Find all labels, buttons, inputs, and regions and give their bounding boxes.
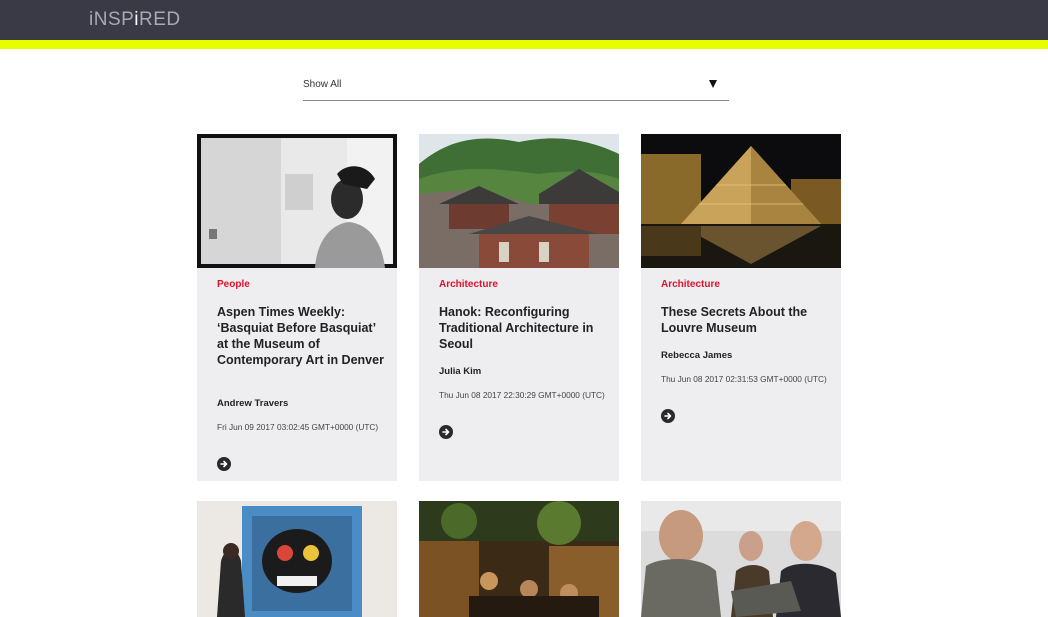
filter-selected-value: Show All xyxy=(303,79,342,90)
article-author: Andrew Travers xyxy=(217,398,289,409)
article-thumbnail[interactable] xyxy=(641,134,841,268)
arrow-right-circle-icon[interactable] xyxy=(661,409,675,423)
article-category[interactable]: People xyxy=(217,279,250,290)
article-card[interactable]: Architecture Hanok: Reconfiguring Tradit… xyxy=(419,134,619,481)
dropdown-caret-icon xyxy=(709,80,717,88)
top-navigation-bar: iNSPiRED xyxy=(0,0,1048,40)
category-filter-dropdown[interactable]: Show All xyxy=(303,70,729,101)
logo-text-start: iNSP xyxy=(89,9,135,30)
article-thumbnail[interactable] xyxy=(197,501,397,617)
article-author: Julia Kim xyxy=(439,366,482,377)
article-title[interactable]: Aspen Times Weekly: ‘Basquiat Before Bas… xyxy=(217,304,385,368)
arrow-right-circle-icon[interactable] xyxy=(217,457,231,471)
article-author: Rebecca James xyxy=(661,350,733,361)
article-date: Thu Jun 08 2017 02:31:53 GMT+0000 (UTC) xyxy=(661,374,827,384)
article-thumbnail[interactable] xyxy=(419,134,619,268)
article-card[interactable]: People Aspen Times Weekly: ‘Basquiat Bef… xyxy=(197,134,397,481)
article-title[interactable]: These Secrets About the Louvre Museum xyxy=(661,304,829,336)
article-thumbnail[interactable] xyxy=(641,501,841,617)
accent-stripe xyxy=(0,40,1048,49)
article-thumbnail[interactable] xyxy=(197,134,397,268)
article-date: Thu Jun 08 2017 22:30:29 GMT+0000 (UTC) xyxy=(439,390,605,400)
article-card[interactable]: Architecture These Secrets About the Lou… xyxy=(641,134,841,481)
article-title[interactable]: Hanok: Reconfiguring Traditional Archite… xyxy=(439,304,607,352)
logo-text-end: RED xyxy=(139,9,181,30)
site-logo[interactable]: iNSPiRED xyxy=(89,10,181,30)
article-category[interactable]: Architecture xyxy=(661,279,720,290)
article-date: Fri Jun 09 2017 03:02:45 GMT+0000 (UTC) xyxy=(217,422,379,432)
article-category[interactable]: Architecture xyxy=(439,279,498,290)
arrow-right-circle-icon[interactable] xyxy=(439,425,453,439)
article-thumbnail[interactable] xyxy=(419,501,619,617)
